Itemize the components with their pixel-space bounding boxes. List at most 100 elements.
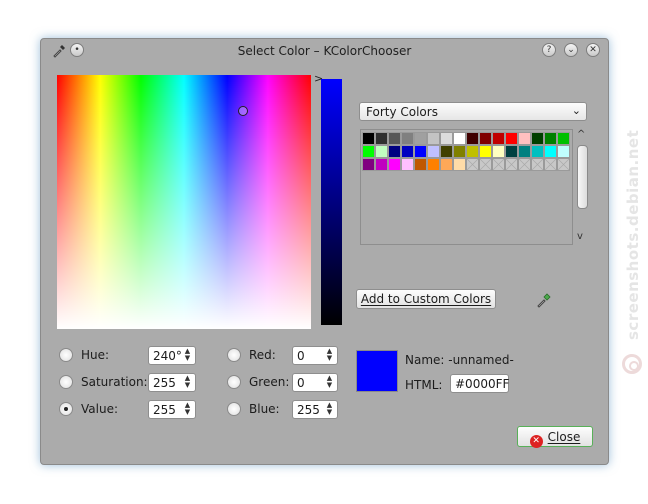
palette-swatch[interactable] — [544, 145, 557, 158]
palette-swatch[interactable] — [492, 145, 505, 158]
palette-empty-slot[interactable] — [466, 158, 479, 171]
chevron-down-icon: ⌄ — [571, 104, 581, 117]
green-radio[interactable] — [227, 375, 241, 389]
hue-value: 240° — [153, 349, 182, 363]
html-color-input[interactable]: #0000FF — [450, 374, 509, 393]
window-title: Select Color – KColorChooser — [237, 44, 412, 58]
palette-swatch[interactable] — [479, 145, 492, 158]
palette-swatch[interactable] — [414, 132, 427, 145]
color-chooser-window: • Select Color – KColorChooser ? ⌄ ✕ > F… — [40, 38, 609, 465]
eyedropper-icon[interactable] — [536, 292, 552, 308]
chevron-up-icon[interactable]: ^ — [577, 129, 585, 140]
value-value: 255 — [153, 403, 176, 417]
palette-empty-slot[interactable] — [531, 158, 544, 171]
palette-swatch[interactable] — [466, 132, 479, 145]
palette-swatch[interactable] — [518, 145, 531, 158]
blue-radio[interactable] — [227, 402, 241, 416]
palette-swatch[interactable] — [492, 132, 505, 145]
hue-spinbox[interactable]: 240° ▲ ▼ — [148, 346, 196, 365]
palette-swatch[interactable] — [362, 132, 375, 145]
blue-spinbox[interactable]: 255 ▲ ▼ — [292, 400, 338, 419]
palette-swatch[interactable] — [505, 132, 518, 145]
palette-swatch[interactable] — [505, 145, 518, 158]
palette-empty-slot[interactable] — [505, 158, 518, 171]
palette-swatch[interactable] — [531, 145, 544, 158]
saturation-value: 255 — [153, 376, 176, 390]
saturation-spinbox[interactable]: 255 ▲ ▼ — [148, 373, 196, 392]
palette-empty-slot[interactable] — [544, 158, 557, 171]
add-to-custom-colors-button[interactable]: Add to Custom Colors — [356, 289, 496, 309]
palette-swatch[interactable] — [388, 145, 401, 158]
palette-swatch[interactable] — [466, 145, 479, 158]
palette-select-value: Forty Colors — [366, 105, 438, 119]
palette-swatch[interactable] — [544, 132, 557, 145]
title-bar[interactable]: • Select Color – KColorChooser ? ⌄ ✕ — [41, 39, 608, 63]
hue-saturation-gradient[interactable] — [57, 75, 311, 329]
red-spinbox[interactable]: 0 ▲ ▼ — [292, 346, 338, 365]
palette-swatch[interactable] — [401, 158, 414, 171]
add-to-custom-colors-label: Add to Custom Colors — [360, 292, 492, 306]
hue-radio[interactable] — [59, 348, 73, 362]
palette-swatch[interactable] — [453, 145, 466, 158]
palette-empty-slot[interactable] — [492, 158, 505, 171]
blue-value: 255 — [297, 403, 320, 417]
palette-swatch[interactable] — [440, 145, 453, 158]
red-value: 0 — [297, 349, 305, 363]
palette-scrollbar[interactable]: ^ v — [575, 129, 589, 245]
palette-swatch[interactable] — [375, 132, 388, 145]
color-selector-marker[interactable] — [238, 106, 248, 116]
chevron-down-icon[interactable]: v — [577, 231, 583, 242]
palette-swatch[interactable] — [440, 158, 453, 171]
scrollbar-thumb[interactable] — [577, 145, 588, 209]
spin-arrows-icon[interactable]: ▲ ▼ — [325, 348, 334, 362]
watermark-text: screenshots.debian.net — [624, 129, 642, 340]
palette-swatch[interactable] — [518, 132, 531, 145]
spin-arrows-icon[interactable]: ▲ ▼ — [183, 348, 192, 362]
spin-arrows-icon[interactable]: ▲ ▼ — [183, 375, 192, 389]
value-radio[interactable] — [59, 402, 73, 416]
palette-swatch[interactable] — [557, 132, 570, 145]
palette-select[interactable]: Forty Colors ⌄ — [359, 102, 587, 121]
saturation-radio[interactable] — [59, 375, 73, 389]
palette-swatch[interactable] — [557, 145, 570, 158]
palette-swatch[interactable] — [375, 145, 388, 158]
value-spinbox[interactable]: 255 ▲ ▼ — [148, 400, 196, 419]
red-radio[interactable] — [227, 348, 241, 362]
palette-empty-slot[interactable] — [479, 158, 492, 171]
help-icon[interactable]: ? — [542, 43, 556, 57]
palette-swatch[interactable] — [388, 158, 401, 171]
hue-saturation-field[interactable] — [57, 75, 311, 329]
palette-swatch[interactable] — [453, 158, 466, 171]
spin-arrows-icon[interactable]: ▲ ▼ — [183, 402, 192, 416]
spin-arrows-icon[interactable]: ▲ ▼ — [325, 375, 334, 389]
palette-swatch[interactable] — [401, 132, 414, 145]
palette-swatch[interactable] — [388, 132, 401, 145]
close-window-icon[interactable]: ✕ — [586, 43, 600, 57]
palette-swatch[interactable] — [479, 132, 492, 145]
palette-swatch[interactable] — [453, 132, 466, 145]
spin-arrows-icon[interactable]: ▲ ▼ — [325, 402, 334, 416]
close-button[interactable]: ✕ Close — [517, 426, 593, 448]
palette-swatch[interactable] — [440, 132, 453, 145]
minimize-icon[interactable]: ⌄ — [564, 43, 578, 57]
palette-swatch[interactable] — [427, 145, 440, 158]
palette-empty-slot[interactable] — [557, 158, 570, 171]
palette-grid[interactable] — [360, 129, 573, 245]
palette-swatches[interactable] — [362, 132, 570, 171]
close-label: Close — [547, 430, 581, 444]
palette-swatch[interactable] — [531, 132, 544, 145]
palette-swatch[interactable] — [414, 158, 427, 171]
color-name-row: Name: -unnamed- — [405, 353, 514, 367]
watermark-logo-icon — [622, 354, 642, 374]
palette-swatch[interactable] — [427, 158, 440, 171]
palette-swatch[interactable] — [362, 158, 375, 171]
value-slider[interactable] — [321, 79, 342, 325]
palette-swatch[interactable] — [401, 145, 414, 158]
palette-swatch[interactable] — [375, 158, 388, 171]
palette-swatch[interactable] — [427, 132, 440, 145]
current-color-swatch — [356, 350, 398, 392]
palette-swatch[interactable] — [414, 145, 427, 158]
palette-swatch[interactable] — [362, 145, 375, 158]
palette-empty-slot[interactable] — [518, 158, 531, 171]
green-spinbox[interactable]: 0 ▲ ▼ — [292, 373, 338, 392]
